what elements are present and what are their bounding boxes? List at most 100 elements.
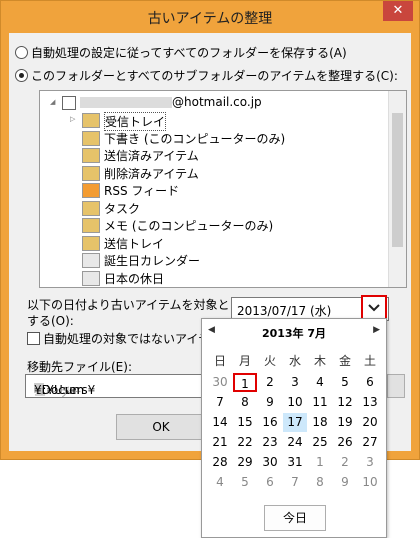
tree-folder-label: 送信トレイ xyxy=(104,236,165,251)
calendar-day[interactable]: 28 xyxy=(208,453,232,472)
tree-folder-item[interactable]: 送信済みアイテム xyxy=(40,146,380,163)
tree-folder-item[interactable]: 下書き (このコンピューターのみ) xyxy=(40,129,380,146)
expand-arrow-icon[interactable]: ▷ xyxy=(70,115,75,123)
tree-folder-item[interactable]: 日本の休日 xyxy=(40,269,380,286)
calendar-day[interactable]: 4 xyxy=(308,373,332,392)
calendar-day[interactable]: 19 xyxy=(333,413,357,432)
calendar-day[interactable]: 24 xyxy=(283,433,307,452)
calendar-day[interactable]: 11 xyxy=(308,393,332,412)
calendar-day[interactable]: 20 xyxy=(358,413,382,432)
calendar-day[interactable]: 5 xyxy=(233,473,257,492)
calendar-day[interactable]: 30 xyxy=(258,453,282,472)
today-button[interactable]: 今日 xyxy=(264,505,326,531)
calendar-day[interactable]: 18 xyxy=(308,413,332,432)
calendar-day[interactable]: 30 xyxy=(208,373,232,392)
calendar-day[interactable]: 9 xyxy=(333,473,357,492)
calendar-day[interactable]: 5 xyxy=(333,373,357,392)
tree-folder-item[interactable]: RSS フィード xyxy=(40,181,380,198)
tree-folder-label: メモ (このコンピューターのみ) xyxy=(104,219,274,233)
date-label-line2: する(O): xyxy=(27,314,74,328)
chevron-down-icon xyxy=(368,304,380,312)
calendar-day[interactable]: 9 xyxy=(258,393,282,412)
calendar-day[interactable]: 10 xyxy=(358,473,382,492)
account-redacted xyxy=(80,95,172,109)
calendar-day[interactable]: 12 xyxy=(333,393,357,412)
calendar-month-title[interactable]: 2013年 7月 xyxy=(202,325,386,341)
calendar-day[interactable]: 4 xyxy=(208,473,232,492)
title-bar[interactable]: 古いアイテムの整理 ✕ xyxy=(1,1,419,32)
radio-auto-settings[interactable] xyxy=(15,46,28,59)
tree-account-node[interactable]: ◢ @hotmail.co.jp xyxy=(40,94,380,111)
outbox-icon xyxy=(82,235,100,251)
calendar-day[interactable]: 27 xyxy=(358,433,382,452)
tree-folder-item[interactable]: タスク xyxy=(40,199,380,216)
tree-folder-label: 削除済みアイテム xyxy=(104,166,199,181)
tree-scrollbar-thumb[interactable] xyxy=(392,113,403,247)
weekday-header: 土 xyxy=(363,354,376,368)
tree-folder-label: タスク xyxy=(104,201,141,216)
weekday-header: 日 xyxy=(213,354,226,368)
weekday-header: 金 xyxy=(338,354,351,368)
note-icon xyxy=(82,218,100,233)
mailbox-icon xyxy=(62,96,76,110)
calendar-day[interactable]: 15 xyxy=(233,413,257,432)
next-month-icon[interactable]: ▶ xyxy=(373,325,380,335)
calendar-day[interactable]: 26 xyxy=(333,433,357,452)
rss-icon xyxy=(82,183,100,198)
sent-icon xyxy=(82,148,100,163)
calendar-day[interactable]: 2 xyxy=(258,373,282,392)
calendar-day[interactable]: 25 xyxy=(308,433,332,452)
collapse-arrow-icon[interactable]: ◢ xyxy=(50,98,55,106)
tree-folder-label: 誕生日カレンダー xyxy=(104,254,201,268)
weekday-header: 木 xyxy=(313,354,326,368)
weekday-header: 月 xyxy=(238,354,251,368)
tree-folder-item[interactable]: 削除済みアイテム xyxy=(40,164,380,181)
calendar-day[interactable]: 6 xyxy=(358,373,382,392)
trash-icon xyxy=(82,165,100,181)
calendar-day[interactable]: 1 xyxy=(308,453,332,472)
calendar-day[interactable]: 1 xyxy=(233,373,257,392)
calendar-day[interactable]: 22 xyxy=(233,433,257,452)
calendar-day[interactable]: 7 xyxy=(283,473,307,492)
dialog-title: 古いアイテムの整理 xyxy=(147,11,273,27)
calendar-popup: ◀ 2013年 7月 ▶ 今日 日月火水木金土 30 1 2 3 4 5 6 7 8 9 10 11 12… xyxy=(201,318,387,538)
tree-folder-item[interactable]: 誕生日カレンダー xyxy=(40,251,380,268)
folder-tree[interactable]: ◢ @hotmail.co.jp ▷ 受信トレイ 下書き (このコンピューターのみ)… xyxy=(39,90,407,288)
calendar-day[interactable]: 8 xyxy=(233,393,257,412)
weekday-header: 火 xyxy=(263,354,276,368)
tree-scrollbar[interactable] xyxy=(388,91,406,287)
calendar-day[interactable]: 7 xyxy=(208,393,232,412)
ok-button[interactable]: OK xyxy=(116,414,206,440)
calendar-icon xyxy=(82,253,100,268)
calendar-day[interactable]: 8 xyxy=(308,473,332,492)
date-value: 2013/07/17 (水) xyxy=(237,304,332,318)
calendar-day[interactable]: 17 xyxy=(283,413,307,432)
calendar-day[interactable]: 3 xyxy=(358,453,382,472)
tree-folder-item[interactable]: メモ (このコンピューターのみ) xyxy=(40,216,380,233)
radio-this-folder[interactable] xyxy=(15,69,28,82)
calendar-day[interactable]: 2 xyxy=(333,453,357,472)
exclude-autoarchive-checkbox[interactable] xyxy=(27,332,40,345)
calendar-day[interactable]: 14 xyxy=(208,413,232,432)
move-file-path[interactable]: C:¥Users¥ ユーザー ¥Docum xyxy=(25,374,213,398)
tree-folder-item[interactable]: ▷ 受信トレイ xyxy=(40,111,380,131)
calendar-icon xyxy=(82,270,100,286)
tree-folder-item[interactable]: 送信トレイ xyxy=(40,234,380,251)
calendar-day[interactable]: 3 xyxy=(283,373,307,392)
close-button[interactable]: ✕ xyxy=(383,1,413,21)
task-icon xyxy=(82,200,100,216)
browse-button[interactable] xyxy=(387,374,405,398)
calendar-day[interactable]: 29 xyxy=(233,453,257,472)
weekday-header: 水 xyxy=(288,354,301,368)
calendar-day[interactable]: 31 xyxy=(283,453,307,472)
calendar-day[interactable]: 23 xyxy=(258,433,282,452)
calendar-day[interactable]: 10 xyxy=(283,393,307,412)
radio-auto-label[interactable]: 自動処理の設定に従ってすべてのフォルダーを保存する(A) xyxy=(31,44,347,61)
inbox-icon xyxy=(82,113,100,128)
radio-this-folder-label[interactable]: このフォルダーとすべてのサブフォルダーのアイテムを整理する(C): xyxy=(31,67,398,84)
calendar-day[interactable]: 16 xyxy=(258,413,282,432)
calendar-day[interactable]: 6 xyxy=(258,473,282,492)
calendar-day[interactable]: 13 xyxy=(358,393,382,412)
date-label-line1: 以下の日付より古いアイテムを対象と xyxy=(27,298,230,312)
calendar-day[interactable]: 21 xyxy=(208,433,232,452)
